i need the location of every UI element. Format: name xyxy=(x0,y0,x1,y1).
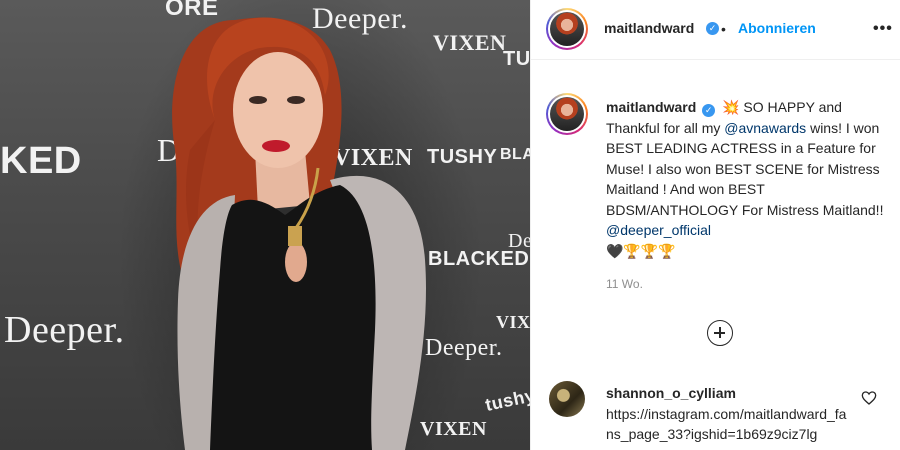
more-options-icon[interactable]: ••• xyxy=(873,20,893,38)
mention-avnawards-link[interactable]: @avnawards xyxy=(724,120,806,136)
verified-badge-icon: ✓ xyxy=(702,104,716,117)
post-header: maitlandward ✓ • Abonnieren ••• xyxy=(531,0,900,60)
mention-deeper-official-link[interactable]: @deeper_official xyxy=(606,222,711,238)
comment-text: https://instagram.com/maitlandward_fans_… xyxy=(606,406,847,442)
woman-figure-image xyxy=(172,17,426,450)
plus-circle-icon[interactable] xyxy=(707,320,733,346)
post-side-panel: maitlandward ✓ • Abonnieren ••• maitland… xyxy=(530,0,900,450)
commenter-avatar[interactable] xyxy=(549,381,585,417)
post-caption: maitlandward ✓ 💥 SO HAPPY and Thankful f… xyxy=(606,97,891,261)
caption-username[interactable]: maitlandward xyxy=(606,99,696,115)
header-separator: • xyxy=(721,21,726,37)
comment-username[interactable]: shannon_o_cylliam xyxy=(606,385,736,401)
author-avatar[interactable] xyxy=(546,8,588,50)
caption-emoji-line: 🖤🏆🏆🏆 xyxy=(606,242,676,259)
caption-emoji-star: 💥 xyxy=(722,99,740,115)
post-photo[interactable]: ORE Deeper. VIXEN TUS KED D VIXEN TUSHY … xyxy=(0,0,530,450)
verified-badge-icon: ✓ xyxy=(706,22,719,35)
caption-author-avatar[interactable] xyxy=(546,93,588,135)
author-username[interactable]: maitlandward xyxy=(604,20,694,36)
heart-outline-icon[interactable] xyxy=(861,390,877,406)
post-timestamp[interactable]: 11 Wo. xyxy=(606,277,643,291)
follow-button[interactable]: Abonnieren xyxy=(738,20,816,36)
